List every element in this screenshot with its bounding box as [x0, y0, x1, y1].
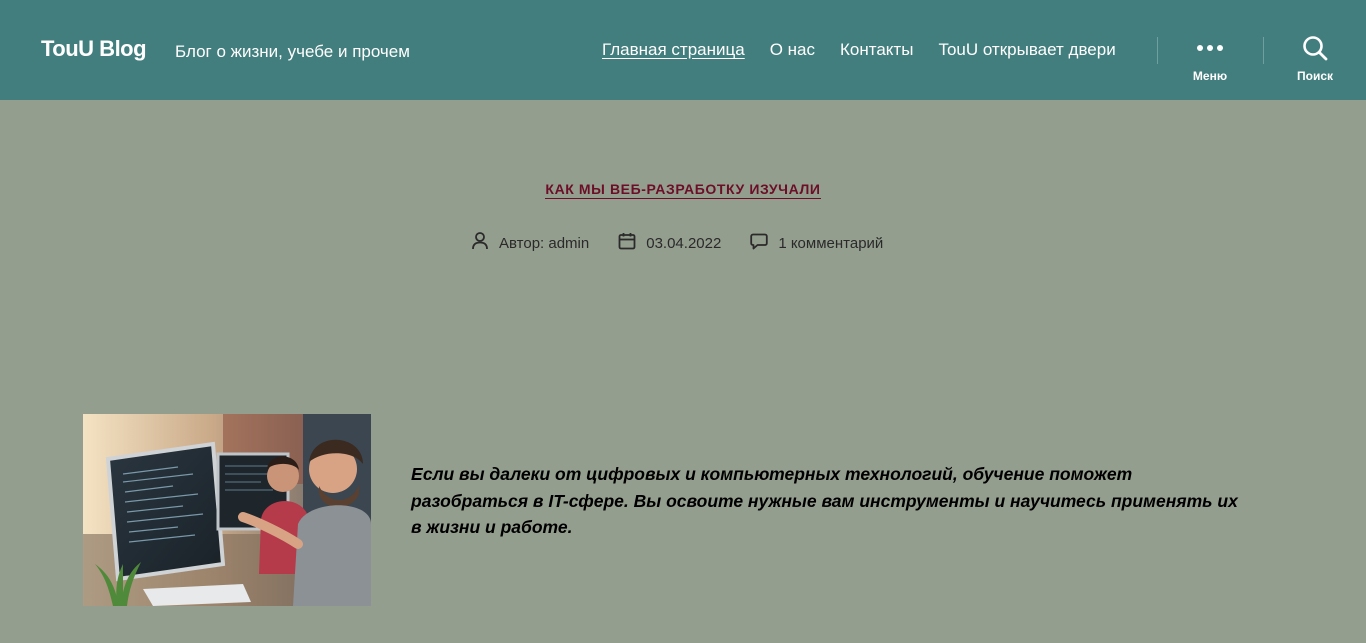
search-icon [1302, 34, 1328, 62]
search-button-label: Поиск [1296, 69, 1333, 83]
nav-item-about[interactable]: О нас [770, 40, 815, 62]
ellipsis-icon [1197, 34, 1223, 62]
nav-item-touu-opens-doors[interactable]: TouU открывает двери [938, 40, 1115, 62]
category-link[interactable]: КАК МЫ ВЕБ-РАЗРАБОТКУ ИЗУЧАЛИ [545, 181, 821, 199]
post-date: 03.04.2022 [617, 231, 721, 255]
post-author: Автор: admin [470, 231, 589, 255]
post-category: КАК МЫ ВЕБ-РАЗРАБОТКУ ИЗУЧАЛИ [0, 181, 1366, 199]
site-title[interactable]: TouU Blog [41, 36, 147, 62]
comment-icon [749, 231, 778, 255]
nav-item-contacts[interactable]: Контакты [840, 40, 913, 62]
search-button[interactable]: Поиск [1275, 34, 1355, 86]
primary-nav: Главная страница О нас Контакты TouU отк… [602, 40, 1116, 62]
author-link[interactable]: Автор: admin [499, 235, 589, 252]
date-link[interactable]: 03.04.2022 [646, 235, 721, 252]
nav-item-home[interactable]: Главная страница [602, 40, 745, 62]
post-featured-image [83, 414, 371, 606]
header-divider [1263, 37, 1264, 64]
menu-button[interactable]: Меню [1170, 34, 1250, 86]
header-divider [1157, 37, 1158, 64]
site-header: TouU Blog Блог о жизни, учебе и прочем Г… [0, 0, 1366, 100]
comments-link[interactable]: 1 комментарий [778, 235, 883, 252]
post-excerpt: Если вы далеки от цифровых и компьютерны… [411, 464, 1238, 537]
calendar-icon [617, 231, 646, 255]
menu-button-label: Меню [1192, 69, 1228, 83]
post-comments: 1 комментарий [749, 231, 883, 255]
developers-photo-illustration [83, 414, 371, 606]
user-icon [470, 231, 499, 255]
post-meta: Автор: admin 03.04.2022 1 комментарий [470, 231, 911, 255]
site-description: Блог о жизни, учебе и прочем [175, 42, 410, 61]
